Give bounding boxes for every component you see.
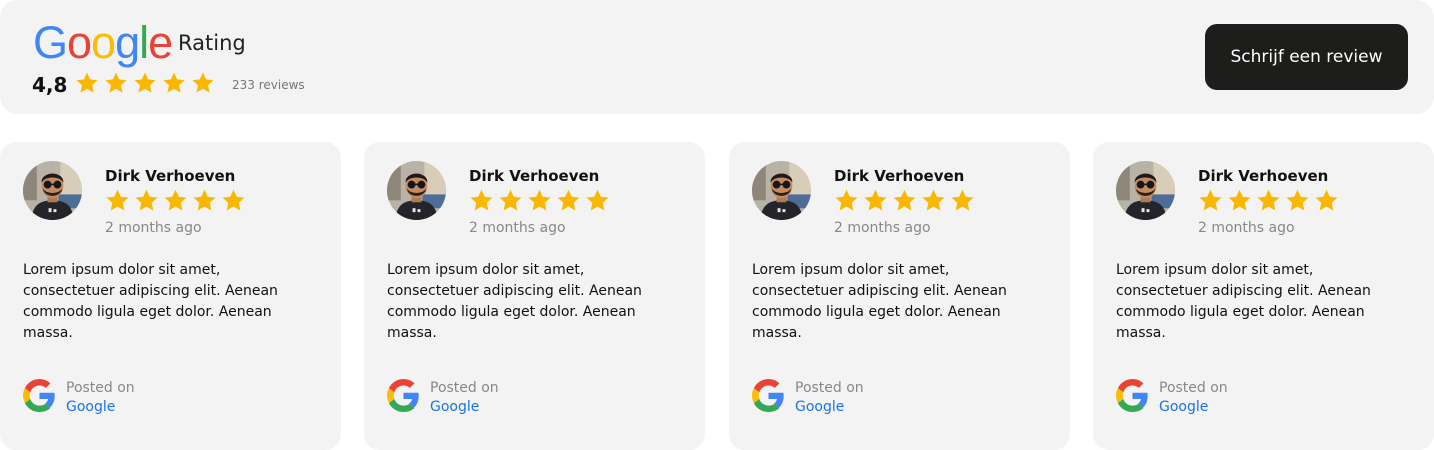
google-logo-letter: o [91, 17, 116, 68]
rating-header: G o o g l e Rating 4,8 233 reviews Schri… [0, 0, 1434, 114]
star-icon [893, 189, 916, 211]
review-time: 2 months ago [105, 220, 202, 236]
review-card: Dirk Verhoeven 2 months ago Lorem ipsum … [729, 142, 1070, 450]
average-score: 4,8 [32, 73, 68, 97]
posted-on-label: Posted on [430, 380, 499, 396]
avatar [752, 161, 811, 220]
reviewer-name: Dirk Verhoeven [105, 167, 236, 185]
rating-title: Rating [178, 31, 246, 55]
review-text: Lorem ipsum dolor sit amet, consectetuer… [23, 262, 278, 341]
posted-on-label: Posted on [795, 380, 864, 396]
review-time: 2 months ago [834, 220, 931, 236]
avatar [1116, 161, 1175, 220]
star-icon [586, 189, 609, 211]
star-icon [1286, 189, 1309, 211]
platform-link[interactable]: Google [1159, 399, 1208, 415]
star-icon [106, 189, 129, 211]
review-card: Dirk Verhoeven 2 months ago Lorem ipsum … [364, 142, 705, 450]
star-icon [164, 189, 187, 211]
google-logo-letter: o [67, 17, 92, 68]
google-g-icon [23, 379, 56, 412]
star-icon [499, 189, 522, 211]
review-card: Dirk Verhoeven 2 months ago Lorem ipsum … [1093, 142, 1434, 450]
google-logo-letter: e [148, 17, 173, 68]
star-icon [528, 189, 551, 211]
write-review-button[interactable]: Schrijf een review [1205, 24, 1408, 90]
star-icon [163, 72, 185, 93]
posted-on-label: Posted on [66, 380, 135, 396]
star-icon [76, 72, 98, 93]
star-icon [922, 189, 945, 211]
google-logo-letter: g [115, 17, 140, 68]
star-icon [105, 72, 127, 93]
star-icon [222, 189, 245, 211]
star-icon [135, 189, 158, 211]
review-time: 2 months ago [469, 220, 566, 236]
google-logo: G o o g l e [33, 17, 173, 68]
google-g-icon [752, 379, 785, 412]
star-icon [1228, 189, 1251, 211]
star-icon [134, 72, 156, 93]
star-icon [864, 189, 887, 211]
review-time: 2 months ago [1198, 220, 1295, 236]
reviewer-name: Dirk Verhoeven [1198, 167, 1329, 185]
review-count: 233 reviews [232, 78, 305, 92]
platform-link[interactable]: Google [430, 399, 479, 415]
google-logo-letter: G [33, 17, 68, 68]
google-g-icon [1116, 379, 1149, 412]
platform-link[interactable]: Google [795, 399, 844, 415]
reviewer-name: Dirk Verhoeven [469, 167, 600, 185]
star-icon [193, 189, 216, 211]
review-text: Lorem ipsum dolor sit amet, consectetuer… [1116, 262, 1371, 341]
review-star-rating [1198, 188, 1339, 213]
avatar [23, 161, 82, 220]
reviewer-name: Dirk Verhoeven [834, 167, 965, 185]
google-g-icon [387, 379, 420, 412]
star-icon [557, 189, 580, 211]
avatar [387, 161, 446, 220]
review-star-rating [834, 188, 975, 213]
platform-link[interactable]: Google [66, 399, 115, 415]
google-logo-letter: l [139, 17, 149, 68]
review-card: Dirk Verhoeven 2 months ago Lorem ipsum … [0, 142, 341, 450]
review-star-rating [469, 188, 610, 213]
star-icon [1199, 189, 1222, 211]
review-star-rating [105, 188, 246, 213]
header-star-rating [75, 71, 215, 95]
review-text: Lorem ipsum dolor sit amet, consectetuer… [387, 262, 642, 341]
star-icon [835, 189, 858, 211]
star-icon [1315, 189, 1338, 211]
star-icon [470, 189, 493, 211]
review-text: Lorem ipsum dolor sit amet, consectetuer… [752, 262, 1007, 341]
star-icon [1257, 189, 1280, 211]
posted-on-label: Posted on [1159, 380, 1228, 396]
star-icon [951, 189, 974, 211]
star-icon [192, 72, 214, 93]
